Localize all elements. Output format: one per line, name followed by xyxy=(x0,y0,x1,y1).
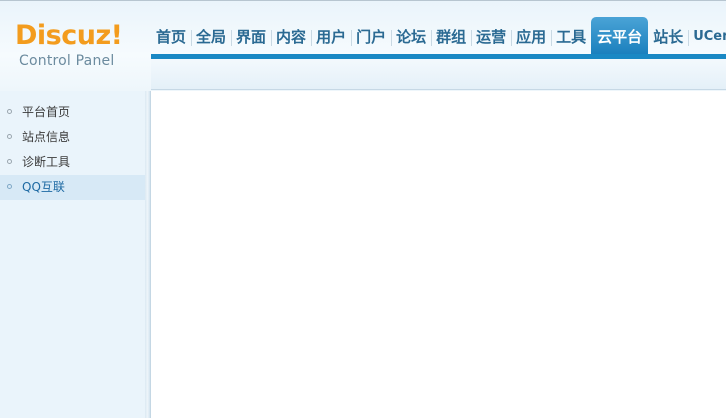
logo[interactable]: Discuz! Control Panel xyxy=(15,19,145,79)
nav-item-users[interactable]: 用户 xyxy=(311,17,351,55)
sidebar-item-label: 平台首页 xyxy=(22,105,71,119)
nav-item-portal[interactable]: 门户 xyxy=(351,17,391,55)
nav-item-global[interactable]: 全局 xyxy=(191,17,231,55)
circle-bullet-icon xyxy=(7,159,12,164)
nav-item-webmaster[interactable]: 站长 xyxy=(648,17,688,55)
sidebar-item-site-info[interactable]: 站点信息 xyxy=(0,125,145,150)
top-nav: 首页 全局 界面 内容 用户 门户 论坛 群组 运营 应用 工具 云平台 站长 … xyxy=(151,17,726,55)
logo-subtitle: Control Panel xyxy=(19,53,115,69)
sidebar-item-qq-connect[interactable]: QQ互联 xyxy=(0,175,145,200)
nav-item-forum[interactable]: 论坛 xyxy=(391,17,431,55)
circle-bullet-icon xyxy=(7,184,12,189)
circle-bullet-icon xyxy=(7,109,12,114)
sidebar-item-diagnostic-tools[interactable]: 诊断工具 xyxy=(0,150,145,175)
nav-item-content[interactable]: 内容 xyxy=(271,17,311,55)
circle-bullet-icon xyxy=(7,134,12,139)
main-content xyxy=(151,91,726,418)
sidebar: 平台首页 站点信息 诊断工具 QQ互联 xyxy=(0,91,145,418)
logo-title: Discuz! xyxy=(15,20,123,51)
nav-item-operations[interactable]: 运营 xyxy=(471,17,511,55)
nav-item-interface[interactable]: 界面 xyxy=(231,17,271,55)
nav-item-cloud-platform[interactable]: 云平台 xyxy=(591,17,649,55)
sidebar-item-platform-home[interactable]: 平台首页 xyxy=(0,100,145,125)
sidebar-item-label: 诊断工具 xyxy=(22,155,71,169)
sidebar-item-label: QQ互联 xyxy=(22,180,65,194)
nav-item-ucenter[interactable]: UCenter xyxy=(688,17,726,55)
sidebar-item-label: 站点信息 xyxy=(22,130,71,144)
nav-item-tools[interactable]: 工具 xyxy=(551,17,591,55)
sub-nav-bar xyxy=(151,59,726,90)
nav-item-home[interactable]: 首页 xyxy=(151,17,191,55)
nav-item-apps[interactable]: 应用 xyxy=(511,17,551,55)
sidebar-menu: 平台首页 站点信息 诊断工具 QQ互联 xyxy=(0,100,145,200)
nav-item-groups[interactable]: 群组 xyxy=(431,17,471,55)
